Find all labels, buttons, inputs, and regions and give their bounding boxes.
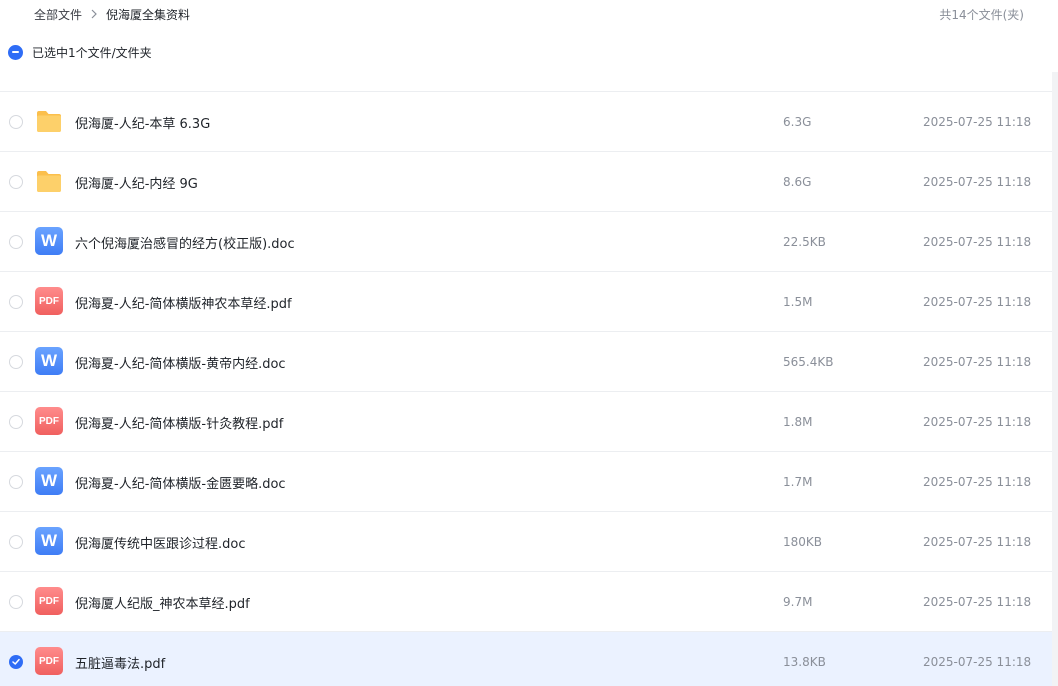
table-row[interactable]: PDF 倪海夏-人纪-简体横版-针灸教程.pdf 1.8M 2025-07-25 11…	[0, 392, 1052, 452]
file-name[interactable]: 倪海夏-人纪-简体横版-黄帝内经.doc	[75, 353, 286, 372]
file-name[interactable]: 六个倪海厦治感冒的经方(校正版).doc	[75, 233, 295, 252]
file-name[interactable]: 倪海厦-人纪-本草 6.3G	[75, 113, 210, 132]
pdf-file-icon: PDF	[35, 287, 63, 315]
row-checkbox[interactable]	[9, 175, 23, 189]
row-checkbox[interactable]	[9, 115, 23, 129]
file-modified-date: 2025-07-25 11:18	[923, 175, 1032, 189]
file-name[interactable]: 倪海夏-人纪-简体横版-针灸教程.pdf	[75, 413, 283, 432]
file-size: 1.5M	[783, 295, 813, 309]
selection-bar: 已选中1个文件/文件夹	[8, 44, 152, 60]
word-icon-label: W	[35, 347, 63, 375]
folder-icon	[35, 167, 63, 195]
file-name[interactable]: 五脏逼毒法.pdf	[75, 653, 165, 672]
pdf-icon-label: PDF	[35, 287, 63, 315]
breadcrumb: 全部文件 倪海厦全集资料	[34, 6, 190, 22]
file-modified-date: 2025-07-25 11:18	[923, 595, 1032, 609]
folder-icon	[35, 107, 63, 135]
file-size: 8.6G	[783, 175, 812, 189]
pdf-icon-label: PDF	[35, 587, 63, 615]
pdf-file-icon: PDF	[35, 647, 63, 675]
file-modified-date: 2025-07-25 11:18	[923, 655, 1032, 669]
table-row[interactable]: W 倪海夏-人纪-简体横版-金匮要略.doc 1.7M 2025-07-25 11:1…	[0, 452, 1052, 512]
pdf-file-icon: PDF	[35, 587, 63, 615]
list-header: 全部文件 倪海厦全集资料 共14个文件(夹) 已选中1个文件/文件夹	[0, 0, 1058, 72]
pdf-file-icon: PDF	[35, 407, 63, 435]
table-row[interactable]: 倪海厦-人纪-本草 6.3G 6.3G 2025-07-25 11:18	[0, 92, 1052, 152]
file-size: 180KB	[783, 535, 823, 549]
table-row[interactable]: W 六个倪海厦治感冒的经方(校正版).doc 22.5KB 2025-07-25 11…	[0, 212, 1052, 272]
word-icon-label: W	[35, 227, 63, 255]
file-modified-date: 2025-07-25 11:18	[923, 535, 1032, 549]
file-name[interactable]: 倪海厦人纪版_神农本草经.pdf	[75, 593, 250, 612]
file-size: 9.7M	[783, 595, 813, 609]
file-list: 倪海厦-人纪-本草 6.3G 6.3G 2025-07-25 11:18 倪海厦-人纪…	[0, 32, 1052, 686]
file-name[interactable]: 倪海夏-人纪-简体横版-金匮要略.doc	[75, 473, 286, 492]
selection-count-text: 已选中1个文件/文件夹	[32, 45, 152, 60]
word-doc-icon: W	[35, 227, 63, 255]
file-modified-date: 2025-07-25 11:18	[923, 475, 1032, 489]
breadcrumb-root-link[interactable]: 全部文件	[34, 6, 82, 23]
word-icon-label: W	[35, 527, 63, 555]
row-checkbox[interactable]	[9, 355, 23, 369]
table-row[interactable]: PDF 倪海夏-人纪-简体横版神农本草经.pdf 1.5M 2025-07-25 11…	[0, 272, 1052, 332]
word-doc-icon: W	[35, 527, 63, 555]
row-checkbox[interactable]	[9, 415, 23, 429]
row-checkbox[interactable]	[9, 295, 23, 309]
file-modified-date: 2025-07-25 11:18	[923, 235, 1032, 249]
breadcrumb-current: 倪海厦全集资料	[106, 7, 191, 22]
pdf-icon-label: PDF	[35, 407, 63, 435]
row-checkbox[interactable]	[9, 655, 23, 669]
file-size: 565.4KB	[783, 355, 834, 369]
minus-icon	[12, 51, 19, 53]
chevron-right-icon	[82, 9, 106, 19]
file-size: 13.8KB	[783, 655, 826, 669]
table-row[interactable]: W 倪海厦传统中医跟诊过程.doc 180KB 2025-07-25 11:18	[0, 512, 1052, 572]
file-count: 共14个文件(夹)	[939, 8, 1024, 22]
row-checkbox[interactable]	[9, 235, 23, 249]
row-checkbox[interactable]	[9, 535, 23, 549]
row-checkbox[interactable]	[9, 475, 23, 489]
file-modified-date: 2025-07-25 11:18	[923, 295, 1032, 309]
checkmark-icon	[12, 658, 20, 666]
file-size: 6.3G	[783, 115, 812, 129]
file-size: 1.7M	[783, 475, 813, 489]
row-checkbox[interactable]	[9, 595, 23, 609]
file-modified-date: 2025-07-25 11:18	[923, 115, 1032, 129]
file-modified-date: 2025-07-25 11:18	[923, 355, 1032, 369]
table-row[interactable]: PDF 五脏逼毒法.pdf 13.8KB 2025-07-25 11:18	[0, 632, 1052, 686]
file-browser: 全部文件 倪海厦全集资料 共14个文件(夹) 已选中1个文件/文件夹 倪海厦-人…	[0, 0, 1058, 686]
file-name[interactable]: 倪海厦-人纪-内经 9G	[75, 173, 198, 192]
file-name[interactable]: 倪海夏-人纪-简体横版神农本草经.pdf	[75, 293, 292, 312]
file-modified-date: 2025-07-25 11:18	[923, 415, 1032, 429]
scrollbar[interactable]	[1052, 0, 1058, 686]
word-icon-label: W	[35, 467, 63, 495]
file-name[interactable]: 倪海厦传统中医跟诊过程.doc	[75, 533, 246, 552]
table-row[interactable]: W 倪海夏-人纪-简体横版-黄帝内经.doc 565.4KB 2025-07-25 1…	[0, 332, 1052, 392]
pdf-icon-label: PDF	[35, 647, 63, 675]
table-row[interactable]: PDF 倪海厦人纪版_神农本草经.pdf 9.7M 2025-07-25 11:18	[0, 572, 1052, 632]
file-size: 22.5KB	[783, 235, 826, 249]
word-doc-icon: W	[35, 347, 63, 375]
table-row[interactable]: 倪海厦-人纪-内经 9G 8.6G 2025-07-25 11:18	[0, 152, 1052, 212]
file-size: 1.8M	[783, 415, 813, 429]
select-all-checkbox[interactable]	[8, 44, 23, 60]
word-doc-icon: W	[35, 467, 63, 495]
